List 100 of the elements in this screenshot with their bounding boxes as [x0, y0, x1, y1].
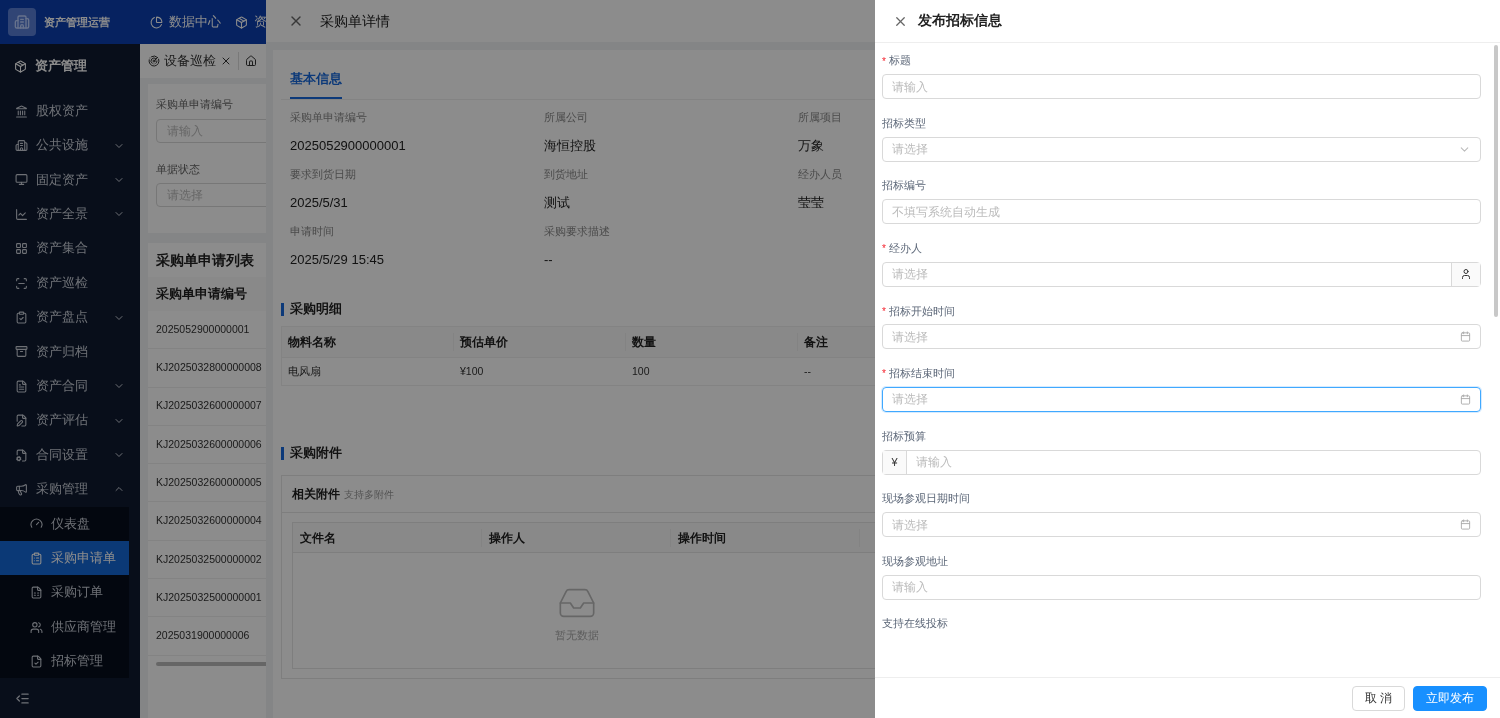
section-title: 采购附件 — [290, 444, 342, 462]
calendar-icon — [1460, 393, 1471, 405]
sidebar-item[interactable]: 资产盘点 — [0, 300, 140, 335]
form-label: 标题 — [888, 53, 911, 69]
table-cell: 2025031900000006 — [156, 628, 250, 644]
form-label: 招标编号 — [882, 178, 926, 194]
field-value: 莹莹 — [798, 193, 825, 212]
close-icon[interactable] — [220, 55, 232, 67]
column-header: 操作时间 — [671, 528, 860, 547]
form-label: 现场参观日期时间 — [882, 491, 970, 507]
sidebar-item[interactable]: 合同设置 — [0, 437, 140, 473]
top-nav-item[interactable]: 数据中心 — [150, 12, 221, 32]
menu-icon — [15, 311, 28, 325]
sidebar-item[interactable]: 资产归档 — [0, 334, 140, 370]
form-label: 招标预算 — [882, 428, 926, 444]
field-label: 经办人员 — [798, 166, 843, 182]
field-label: 采购要求描述 — [544, 223, 611, 239]
sidebar-subitem[interactable]: 采购订单 — [0, 575, 129, 610]
field-value: -- — [544, 250, 554, 269]
calendar-icon — [1460, 331, 1471, 343]
menu-icon — [15, 104, 28, 118]
table-cell-text: ¥100 — [459, 363, 485, 379]
table-cell: KJ2025032600000004 — [156, 513, 262, 529]
form-label: 现场参观地址 — [882, 553, 948, 569]
menu-icon — [30, 620, 43, 634]
column-header: 操作人 — [482, 528, 671, 547]
menu-icon — [15, 139, 28, 153]
sidebar-item[interactable]: 固定资产 — [0, 162, 140, 198]
list-title: 采购单申请列表 — [156, 250, 254, 270]
home-icon[interactable] — [245, 55, 257, 67]
form-label: 招标开始时间 — [888, 303, 955, 319]
collapse-menu-icon[interactable] — [15, 690, 30, 706]
menu-icon — [15, 483, 28, 496]
drawer-title: 采购单详情 — [320, 11, 390, 31]
page-tab[interactable]: 设备巡检 — [148, 51, 239, 71]
sidebar-item[interactable]: 公共设施 — [0, 128, 140, 163]
menu-icon — [30, 586, 43, 600]
publish-button[interactable]: 立即发布 — [1413, 685, 1487, 711]
column-header: 数量 — [626, 333, 798, 351]
filter-label: 单据状态 — [156, 161, 200, 177]
menu-icon — [15, 379, 28, 393]
detail-tab[interactable]: 基本信息 — [290, 70, 342, 99]
menu-icon — [15, 345, 28, 359]
menu-icon — [30, 517, 43, 531]
required-mark: * — [882, 242, 886, 257]
table-cell-text: KJ2025032500000001 — [156, 589, 262, 605]
menu-icon — [30, 654, 43, 668]
cube-icon — [14, 59, 27, 73]
calendar-icon — [1460, 519, 1471, 531]
top-nav-item[interactable]: 资 — [235, 12, 267, 32]
table-cell-text: 电风扇 — [287, 363, 322, 379]
table-cell-text: KJ2025032600000007 — [156, 398, 262, 414]
table-cell-text: -- — [803, 363, 812, 379]
scrollbar[interactable] — [1494, 45, 1498, 317]
required-mark: * — [882, 54, 886, 69]
sidebar-item[interactable]: 资产全景 — [0, 197, 140, 232]
cancel-button[interactable]: 取 消 — [1351, 685, 1405, 711]
menu-icon — [15, 242, 28, 256]
sidebar-item[interactable]: 资产巡检 — [0, 265, 140, 301]
sidebar-item[interactable]: 资产集合 — [0, 231, 140, 266]
table-cell: KJ2025032800000008 — [156, 360, 262, 376]
menu-icon — [15, 276, 28, 290]
drawer-title: 发布招标信息 — [918, 11, 1002, 30]
form-label: 支持在线投标 — [882, 616, 948, 632]
form-label: 招标结束时间 — [888, 366, 955, 382]
currency-prefix: ¥ — [883, 450, 907, 474]
currency-field[interactable]: ¥ 请输入 — [882, 449, 1481, 475]
sidebar-subitem[interactable]: 招标管理 — [0, 644, 129, 678]
app-name: 资产管理运营 — [44, 14, 110, 30]
sidebar-item[interactable]: 股权资产 — [0, 94, 140, 129]
menu-icon — [15, 207, 28, 221]
table-cell-text: KJ2025032500000002 — [156, 551, 262, 567]
sidebar-subitem[interactable]: 供应商管理 — [0, 609, 129, 645]
table-cell-text: KJ2025032600000006 — [156, 436, 262, 452]
section-title: 采购明细 — [290, 300, 342, 318]
filter-label: 采购单申请编号 — [156, 97, 233, 112]
table-cell-text: KJ2025032600000005 — [156, 474, 262, 490]
sidebar-subitem[interactable]: 采购申请单 — [0, 541, 129, 576]
person-picker-button[interactable] — [1451, 262, 1480, 286]
table-cell-text: 100 — [631, 363, 651, 379]
nav-icon — [150, 15, 163, 29]
field-value: 万象 — [798, 136, 825, 155]
field-label: 要求到货日期 — [290, 166, 357, 182]
field-value: 2025/5/29 15:45 — [290, 250, 385, 269]
menu-icon — [30, 551, 43, 565]
required-mark: * — [882, 367, 886, 382]
field-label: 所属项目 — [798, 109, 843, 125]
logo-icon — [8, 8, 36, 36]
column-header: 物料名称 — [282, 333, 454, 351]
form-label: 招标类型 — [882, 115, 926, 131]
sidebar-item[interactable]: 资产评估 — [0, 403, 140, 438]
sidebar-item[interactable]: 资产合同 — [0, 369, 140, 404]
sidebar-item[interactable]: 采购管理 — [0, 472, 140, 507]
column-header: 采购单申请编号 — [156, 285, 247, 303]
column-header: 预估单价 — [454, 333, 626, 351]
form-label: 经办人 — [888, 240, 922, 256]
table-cell-text: 2025052900000001 — [156, 321, 250, 337]
menu-icon — [15, 173, 28, 187]
user-icon — [1460, 268, 1472, 281]
menu-icon — [15, 414, 28, 428]
